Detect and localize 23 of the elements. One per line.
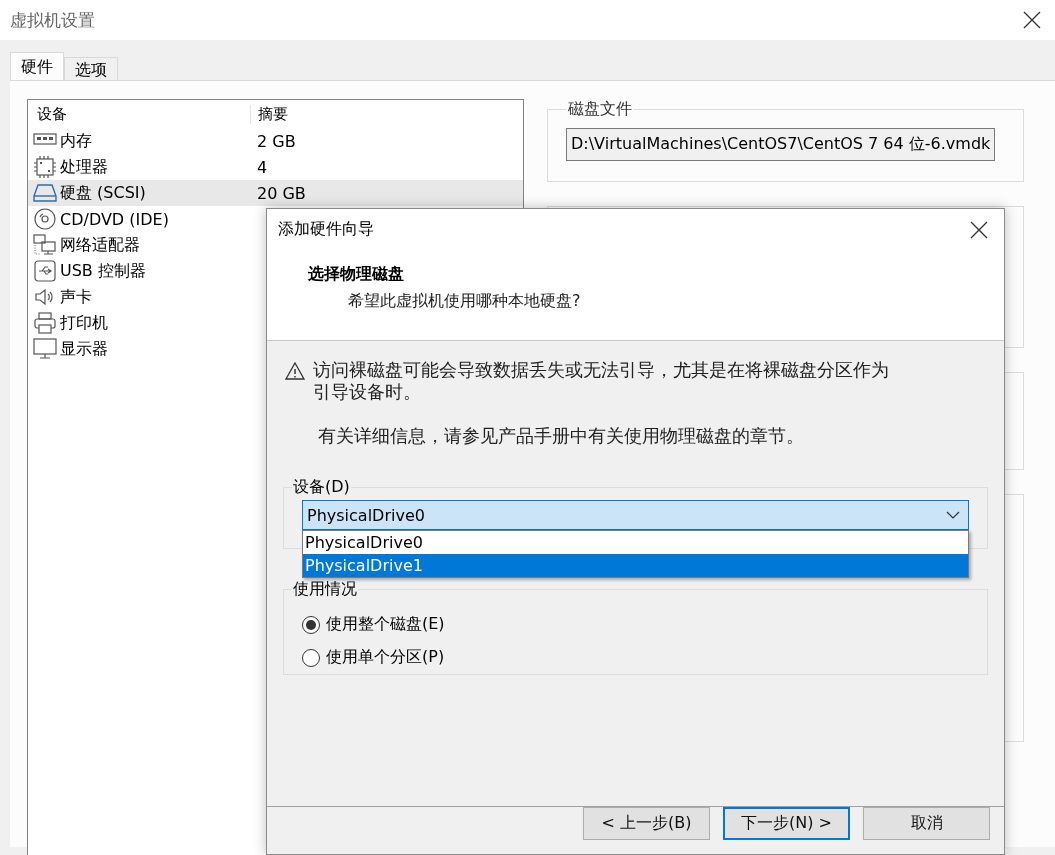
info-text: 有关详细信息，请参见产品手册中有关使用物理磁盘的章节。 <box>318 425 805 447</box>
device-summary: 20 GB <box>257 183 306 203</box>
dialog-title: 添加硬件向导 <box>278 219 374 240</box>
device-name: 处理器 <box>60 156 108 178</box>
group-label: 使用情况 <box>292 579 358 600</box>
device-name: 打印机 <box>60 312 108 334</box>
device-summary: 4 <box>257 157 268 177</box>
device-summary: 2 GB <box>257 131 296 151</box>
column-header: 摘要 <box>250 104 523 124</box>
device-name: USB 控制器 <box>60 260 146 282</box>
warning-text: 访问裸磁盘可能会导致数据丢失或无法引导，尤其是在将裸磁盘分区作为引导设备时。 <box>313 359 890 403</box>
column-header: 设备 <box>36 104 68 124</box>
device-name: 内存 <box>60 130 92 152</box>
device-name: CD/DVD (IDE) <box>60 209 169 229</box>
window-title: 虚拟机设置 <box>10 8 95 32</box>
device-name: 声卡 <box>60 286 92 308</box>
step-description: 希望此虚拟机使用哪种本地硬盘? <box>348 291 582 312</box>
group-label: 设备(D) <box>292 477 351 498</box>
device-name: 显示器 <box>60 338 108 360</box>
step-heading: 选择物理磁盘 <box>308 264 405 285</box>
device-name: 网络适配器 <box>60 234 140 256</box>
device-name: 硬盘 (SCSI) <box>60 182 146 204</box>
group-label: 磁盘文件 <box>567 99 633 120</box>
